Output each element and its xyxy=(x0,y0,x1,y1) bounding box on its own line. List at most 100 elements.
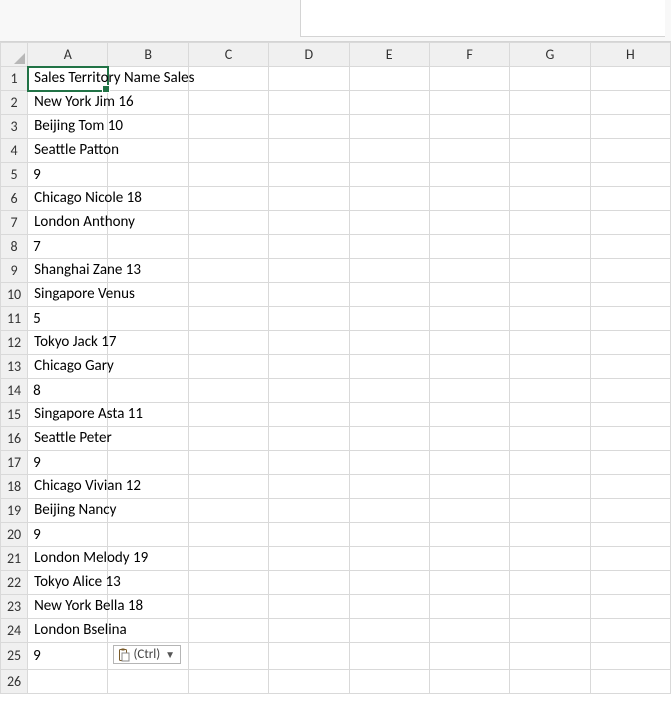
cell-E16[interactable] xyxy=(349,427,429,451)
cell-B4[interactable] xyxy=(108,139,188,163)
cell-F16[interactable] xyxy=(429,427,509,451)
cell-H12[interactable] xyxy=(590,331,670,355)
cell-G9[interactable] xyxy=(510,259,590,283)
cell-D25[interactable] xyxy=(269,643,349,670)
cell-C24[interactable] xyxy=(188,619,268,643)
column-header-H[interactable]: H xyxy=(590,43,670,67)
cell-D11[interactable] xyxy=(269,307,349,331)
cell-E9[interactable] xyxy=(349,259,429,283)
cell-E19[interactable] xyxy=(349,499,429,523)
cell-A7[interactable]: London Anthony xyxy=(28,211,108,235)
cell-G24[interactable] xyxy=(510,619,590,643)
cell-E1[interactable] xyxy=(349,67,429,91)
cell-B21[interactable] xyxy=(108,547,188,571)
cell-C4[interactable] xyxy=(188,139,268,163)
cell-D23[interactable] xyxy=(269,595,349,619)
row-header-7[interactable]: 7 xyxy=(1,211,28,235)
cell-G20[interactable] xyxy=(510,523,590,547)
row-header-12[interactable]: 12 xyxy=(1,331,28,355)
row-header-9[interactable]: 9 xyxy=(1,259,28,283)
cell-B5[interactable] xyxy=(108,163,188,187)
cell-B9[interactable] xyxy=(108,259,188,283)
cell-C10[interactable] xyxy=(188,283,268,307)
cell-B2[interactable] xyxy=(108,91,188,115)
cell-F26[interactable] xyxy=(429,669,509,693)
paste-options-button[interactable]: (Ctrl)▼ xyxy=(113,645,181,664)
row-header-22[interactable]: 22 xyxy=(1,571,28,595)
row-header-16[interactable]: 16 xyxy=(1,427,28,451)
cell-A3[interactable]: Beijing Tom 10 xyxy=(28,115,108,139)
cell-F3[interactable] xyxy=(429,115,509,139)
row-header-21[interactable]: 21 xyxy=(1,547,28,571)
cell-A20[interactable]: 9 xyxy=(28,523,108,547)
cell-B18[interactable] xyxy=(108,475,188,499)
row-header-13[interactable]: 13 xyxy=(1,355,28,379)
cell-D4[interactable] xyxy=(269,139,349,163)
row-header-11[interactable]: 11 xyxy=(1,307,28,331)
cell-H11[interactable] xyxy=(590,307,670,331)
row-header-14[interactable]: 14 xyxy=(1,379,28,403)
cell-C11[interactable] xyxy=(188,307,268,331)
cell-E14[interactable] xyxy=(349,379,429,403)
row-header-20[interactable]: 20 xyxy=(1,523,28,547)
cell-H15[interactable] xyxy=(590,403,670,427)
cell-G1[interactable] xyxy=(510,67,590,91)
cell-F20[interactable] xyxy=(429,523,509,547)
cell-D7[interactable] xyxy=(269,211,349,235)
cell-D26[interactable] xyxy=(269,669,349,693)
select-all-corner[interactable] xyxy=(1,43,28,67)
cell-H1[interactable] xyxy=(590,67,670,91)
cell-G10[interactable] xyxy=(510,283,590,307)
cell-D5[interactable] xyxy=(269,163,349,187)
cell-E26[interactable] xyxy=(349,669,429,693)
row-header-8[interactable]: 8 xyxy=(1,235,28,259)
cell-A15[interactable]: Singapore Asta 11 xyxy=(28,403,108,427)
cell-G11[interactable] xyxy=(510,307,590,331)
cell-C6[interactable] xyxy=(188,187,268,211)
row-header-4[interactable]: 4 xyxy=(1,139,28,163)
cell-A14[interactable]: 8 xyxy=(28,379,108,403)
column-header-D[interactable]: D xyxy=(269,43,349,67)
cell-H14[interactable] xyxy=(590,379,670,403)
cell-F17[interactable] xyxy=(429,451,509,475)
cell-E3[interactable] xyxy=(349,115,429,139)
cell-A2[interactable]: New York Jim 16 xyxy=(28,91,108,115)
cell-D15[interactable] xyxy=(269,403,349,427)
cell-C21[interactable] xyxy=(188,547,268,571)
cell-A21[interactable]: London Melody 19 xyxy=(28,547,108,571)
cell-B24[interactable] xyxy=(108,619,188,643)
cell-G3[interactable] xyxy=(510,115,590,139)
cell-G17[interactable] xyxy=(510,451,590,475)
cell-A6[interactable]: Chicago Nicole 18 xyxy=(28,187,108,211)
cell-G6[interactable] xyxy=(510,187,590,211)
cell-F18[interactable] xyxy=(429,475,509,499)
cell-G15[interactable] xyxy=(510,403,590,427)
cell-C3[interactable] xyxy=(188,115,268,139)
cell-D18[interactable] xyxy=(269,475,349,499)
cell-H8[interactable] xyxy=(590,235,670,259)
cell-E13[interactable] xyxy=(349,355,429,379)
cell-E7[interactable] xyxy=(349,211,429,235)
cell-G26[interactable] xyxy=(510,669,590,693)
cell-H9[interactable] xyxy=(590,259,670,283)
row-header-10[interactable]: 10 xyxy=(1,283,28,307)
column-header-B[interactable]: B xyxy=(108,43,188,67)
cell-A23[interactable]: New York Bella 18 xyxy=(28,595,108,619)
cell-A10[interactable]: Singapore Venus xyxy=(28,283,108,307)
cell-B19[interactable] xyxy=(108,499,188,523)
cell-H6[interactable] xyxy=(590,187,670,211)
cell-B7[interactable] xyxy=(108,211,188,235)
cell-C13[interactable] xyxy=(188,355,268,379)
cell-A22[interactable]: Tokyo Alice 13 xyxy=(28,571,108,595)
cell-B14[interactable] xyxy=(108,379,188,403)
cell-D12[interactable] xyxy=(269,331,349,355)
cell-B25[interactable]: (Ctrl)▼ xyxy=(108,643,188,670)
cell-A5[interactable]: 9 xyxy=(28,163,108,187)
cell-F9[interactable] xyxy=(429,259,509,283)
cell-A9[interactable]: Shanghai Zane 13 xyxy=(28,259,108,283)
cell-E6[interactable] xyxy=(349,187,429,211)
cell-F5[interactable] xyxy=(429,163,509,187)
row-header-1[interactable]: 1 xyxy=(1,67,28,91)
cell-G22[interactable] xyxy=(510,571,590,595)
cell-H2[interactable] xyxy=(590,91,670,115)
